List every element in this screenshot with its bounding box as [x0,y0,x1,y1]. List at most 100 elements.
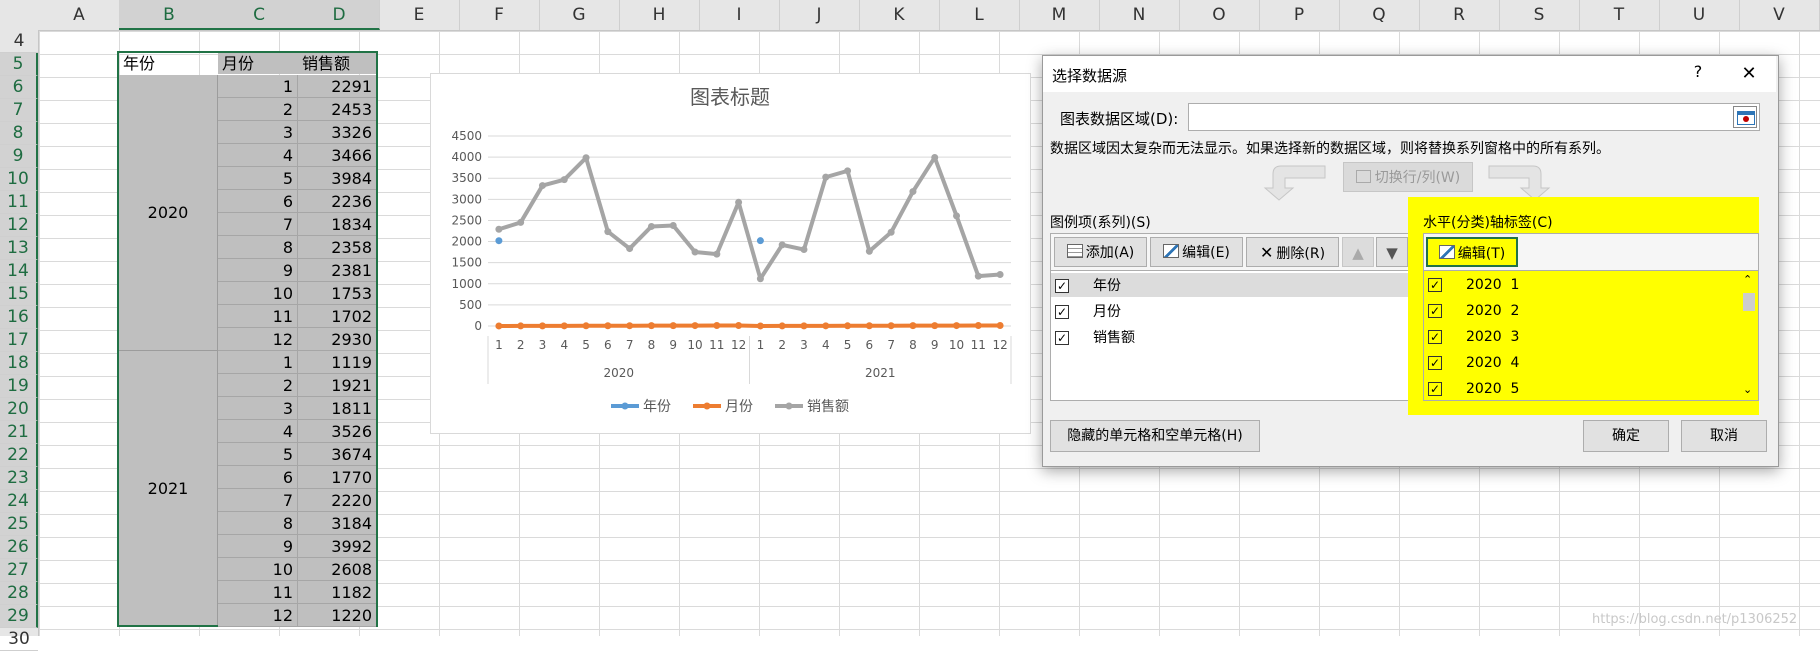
month-cell[interactable]: 1 [218,75,298,98]
column-header-s[interactable]: S [1499,0,1580,30]
row-header-19[interactable]: 19 [0,375,38,398]
row-header-26[interactable]: 26 [0,536,38,559]
month-cell[interactable]: 5 [218,443,298,466]
column-header-r[interactable]: R [1419,0,1500,30]
month-cell[interactable]: 2 [218,98,298,121]
row-header-28[interactable]: 28 [0,582,38,605]
axis-checkbox[interactable]: ✓ [1428,382,1442,396]
scrollbar[interactable]: ⌃ ⌄ [1740,271,1758,400]
series-item-label[interactable]: 销售额 [1093,327,1135,349]
axis-item-label[interactable]: 2020 4 [1466,351,1519,375]
sales-cell[interactable]: 2220 [298,489,376,512]
row-header-23[interactable]: 23 [0,467,38,490]
move-down-button[interactable]: ▼ [1376,237,1408,267]
series-list[interactable]: ✓年份✓月份✓销售额 [1050,270,1409,401]
year-2021-cell[interactable]: 2021 [119,351,218,625]
row-header-30[interactable]: 30 [0,628,38,651]
axis-list[interactable]: ✓2020 1✓2020 2✓2020 3✓2020 4✓2020 5 ⌃ ⌄ [1423,270,1759,401]
month-cell[interactable]: 7 [218,213,298,236]
row-header-25[interactable]: 25 [0,513,38,536]
column-header-d[interactable]: D [299,0,380,30]
row-header-17[interactable]: 17 [0,329,38,352]
scroll-thumb[interactable] [1743,293,1755,311]
row-header-8[interactable]: 8 [0,122,38,145]
column-header-k[interactable]: K [859,0,940,30]
column-header-h[interactable]: H [619,0,700,30]
column-header-p[interactable]: P [1259,0,1340,30]
column-header-t[interactable]: T [1579,0,1660,30]
month-cell[interactable]: 11 [218,305,298,328]
axis-checkbox[interactable]: ✓ [1428,304,1442,318]
month-cell[interactable]: 1 [218,351,298,374]
sales-cell[interactable]: 3466 [298,144,376,167]
help-button[interactable]: ? [1683,62,1713,86]
series-item-label[interactable]: 月份 [1093,301,1121,323]
month-cell[interactable]: 4 [218,144,298,167]
add-series-button[interactable]: 添加(A) [1054,237,1147,267]
column-header-v[interactable]: V [1739,0,1820,30]
edit-axis-labels-button[interactable]: 编辑(T) [1426,237,1518,267]
sales-cell[interactable]: 1220 [298,604,376,627]
row-header-4[interactable]: 4 [0,30,38,53]
axis-item-label[interactable]: 2020 2 [1466,299,1519,323]
sales-cell[interactable]: 1702 [298,305,376,328]
sales-cell[interactable]: 2358 [298,236,376,259]
sales-cell[interactable]: 1119 [298,351,376,374]
series-checkbox[interactable]: ✓ [1055,331,1069,345]
range-picker-button[interactable] [1733,106,1757,128]
move-up-button[interactable]: ▲ [1342,237,1374,267]
column-header-f[interactable]: F [459,0,540,30]
cancel-button[interactable]: 取消 [1681,420,1767,452]
column-header-q[interactable]: Q [1339,0,1420,30]
row-header-15[interactable]: 15 [0,283,38,306]
sales-cell[interactable]: 1770 [298,466,376,489]
scroll-down-icon[interactable]: ⌄ [1743,383,1752,396]
axis-checkbox[interactable]: ✓ [1428,330,1442,344]
row-header-14[interactable]: 14 [0,260,38,283]
column-header-a[interactable]: A [39,0,120,30]
sales-cell[interactable]: 3326 [298,121,376,144]
header-sales[interactable]: 销售额 [298,53,376,74]
column-header-e[interactable]: E [379,0,460,30]
month-cell[interactable]: 10 [218,282,298,305]
column-header-c[interactable]: C [219,0,300,30]
column-header-o[interactable]: O [1179,0,1260,30]
month-cell[interactable]: 2 [218,374,298,397]
axis-item-label[interactable]: 2020 1 [1466,273,1519,297]
row-header-7[interactable]: 7 [0,99,38,122]
sales-cell[interactable]: 3526 [298,420,376,443]
ok-button[interactable]: 确定 [1583,420,1669,452]
sales-cell[interactable]: 1921 [298,374,376,397]
sales-cell[interactable]: 2236 [298,190,376,213]
sales-cell[interactable]: 1753 [298,282,376,305]
column-header-j[interactable]: J [779,0,860,30]
sales-cell[interactable]: 3992 [298,535,376,558]
month-cell[interactable]: 6 [218,466,298,489]
sales-cell[interactable]: 1834 [298,213,376,236]
column-header-n[interactable]: N [1099,0,1180,30]
delete-series-button[interactable]: ✕删除(R) [1246,237,1339,267]
column-header-b[interactable]: B [119,0,220,30]
row-header-18[interactable]: 18 [0,352,38,375]
column-header-u[interactable]: U [1659,0,1740,30]
month-cell[interactable]: 12 [218,604,298,627]
axis-checkbox[interactable]: ✓ [1428,278,1442,292]
month-cell[interactable]: 10 [218,558,298,581]
month-cell[interactable]: 12 [218,328,298,351]
month-cell[interactable]: 3 [218,397,298,420]
sales-cell[interactable]: 3984 [298,167,376,190]
column-header-i[interactable]: I [699,0,780,30]
row-header-24[interactable]: 24 [0,490,38,513]
sales-cell[interactable]: 2930 [298,328,376,351]
row-header-27[interactable]: 27 [0,559,38,582]
column-header-m[interactable]: M [1019,0,1100,30]
scroll-up-icon[interactable]: ⌃ [1743,273,1752,286]
column-header-l[interactable]: L [939,0,1020,30]
switch-row-col-button[interactable]: 切换行/列(W) [1343,162,1473,192]
sales-cell[interactable]: 1811 [298,397,376,420]
row-header-20[interactable]: 20 [0,398,38,421]
sales-cell[interactable]: 3674 [298,443,376,466]
sales-cell[interactable]: 2608 [298,558,376,581]
row-header-22[interactable]: 22 [0,444,38,467]
axis-item-label[interactable]: 2020 5 [1466,377,1519,401]
